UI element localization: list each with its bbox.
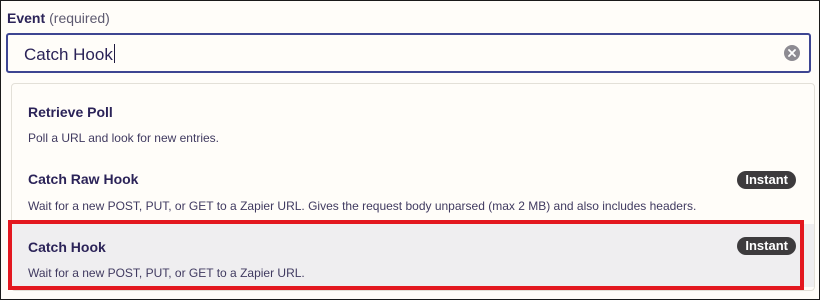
field-required-hint: (required) [49,10,110,26]
event-field-panel: Event (required) Catch Hook Retrieve Poll… [0,0,820,300]
option-retrieve-poll[interactable]: Retrieve Poll Poll a URL and look for ne… [12,84,814,150]
option-title: Retrieve Poll [28,104,113,120]
option-catch-raw-hook[interactable]: Catch Raw Hook Instant Wait for a new PO… [12,152,814,216]
option-title: Catch Hook [28,239,106,255]
clear-icon[interactable] [784,45,800,61]
event-options-dropdown: Retrieve Poll Poll a URL and look for ne… [11,83,815,291]
option-title: Catch Raw Hook [28,171,139,187]
event-search-input[interactable]: Catch Hook [6,33,811,73]
text-caret [113,44,115,63]
field-label-name: Event [7,10,46,26]
instant-badge: Instant [737,171,796,189]
option-description: Wait for a new POST, PUT, or GET to a Za… [28,199,697,213]
event-input-value[interactable]: Catch Hook [24,44,115,65]
field-label: Event (required) [7,9,110,27]
event-input-text: Catch Hook [24,45,113,64]
option-catch-hook[interactable]: Catch Hook Instant Wait for a new POST, … [12,224,814,287]
option-description: Poll a URL and look for new entries. [28,131,219,145]
instant-badge: Instant [737,237,796,255]
option-description: Wait for a new POST, PUT, or GET to a Za… [28,266,305,280]
